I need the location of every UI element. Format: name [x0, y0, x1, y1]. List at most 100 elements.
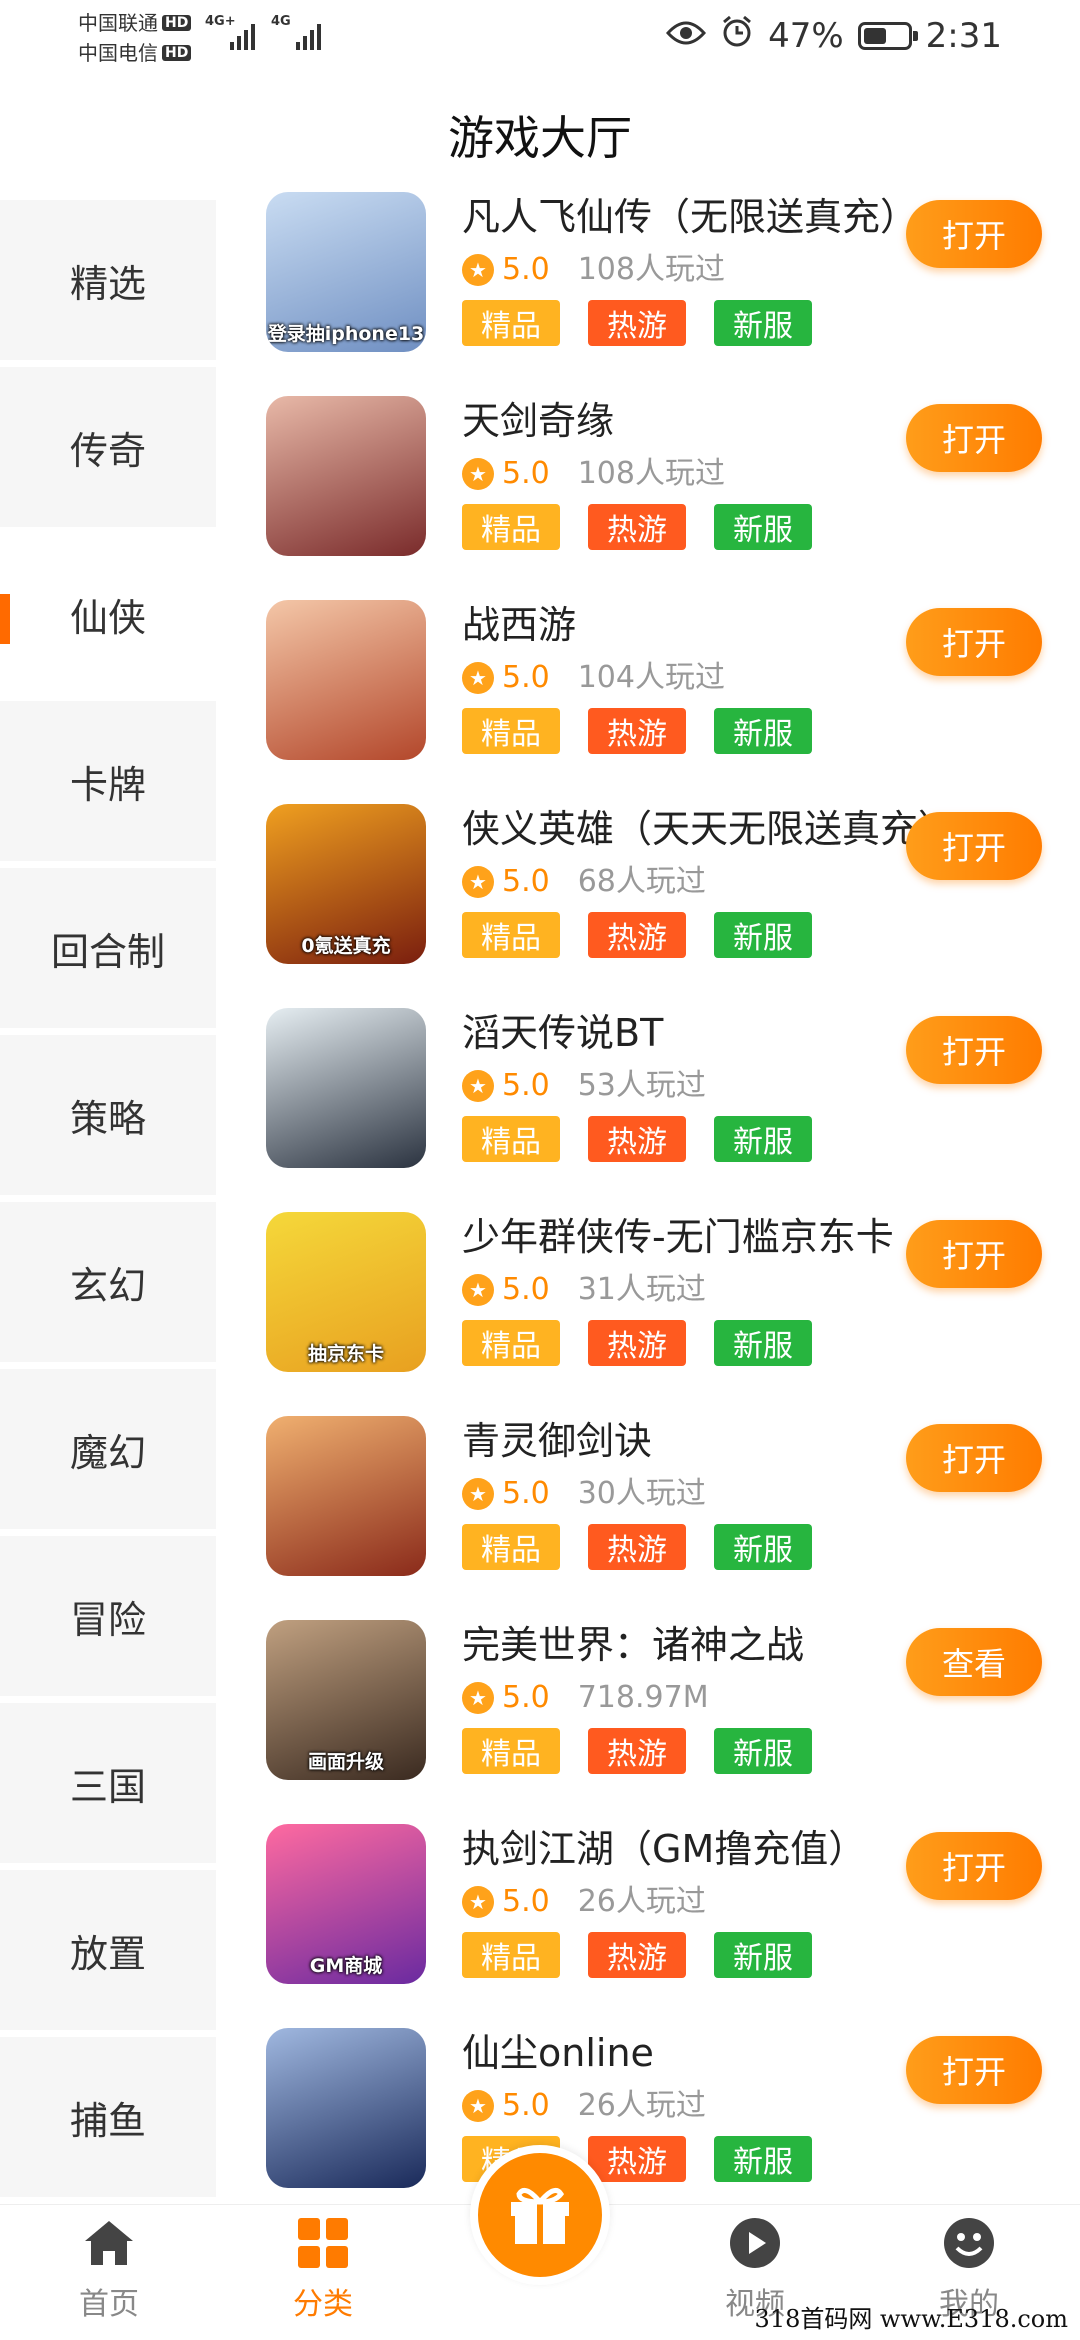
game-meta: ★ 5.0 26人玩过: [462, 1882, 706, 1922]
game-row[interactable]: 画面升级 完美世界：诸神之战 ★ 5.0 718.97M 精品 热游 新服 查看: [266, 1620, 1056, 1824]
status-right: 47% 2:31: [666, 14, 1002, 57]
sidebar-item-mohuan[interactable]: 魔幻: [0, 1369, 216, 1529]
sidebar-item-label: 魔幻: [69, 1430, 146, 1475]
game-meta: ★ 5.0 108人玩过: [462, 250, 725, 290]
game-name[interactable]: 仙尘online: [462, 2028, 932, 2078]
game-icon[interactable]: [266, 396, 426, 556]
game-icon[interactable]: [266, 600, 426, 760]
game-row[interactable]: 0氪送真充 侠义英雄（天天无限送真充） ★ 5.0 68人玩过 精品 热游 新服 打开: [266, 804, 1056, 1008]
header: 游戏大厅: [0, 80, 1080, 190]
open-button[interactable]: 打开: [906, 1016, 1042, 1084]
status-bar: 中国联通 HD 中国电信 HD 4G+ 4G 47% 2:31: [0, 0, 1080, 80]
bottom-nav: 首页 分类 视频 我的 318首码网 www.E318.com: [0, 2145, 1080, 2340]
game-row[interactable]: 登录抽iphone13 凡人飞仙传（无限送真充） ★ 5.0 108人玩过 精品 热游…: [266, 192, 1056, 396]
sidebar-item-label: 卡牌: [69, 762, 146, 807]
tag-jingpin: 精品: [462, 300, 560, 346]
sidebar-item-sanguo[interactable]: 三国: [0, 1703, 216, 1863]
game-row[interactable]: 滔天传说BT ★ 5.0 53人玩过 精品 热游 新服 打开: [266, 1008, 1056, 1212]
game-name[interactable]: 执剑江湖（GM撸充值）: [462, 1824, 932, 1874]
game-icon[interactable]: [266, 2028, 426, 2188]
game-icon[interactable]: [266, 1416, 426, 1576]
game-list: 登录抽iphone13 凡人飞仙传（无限送真充） ★ 5.0 108人玩过 精品 热游…: [266, 192, 1056, 2232]
sidebar-item-huihezhi[interactable]: 回合制: [0, 868, 216, 1028]
game-rating: 5.0: [502, 1680, 550, 1715]
game-icon[interactable]: 画面升级: [266, 1620, 426, 1780]
game-tags: 精品热游新服: [462, 1116, 812, 1162]
tag-jingpin: 精品: [462, 1116, 560, 1162]
game-name[interactable]: 少年群侠传-无门槛京东卡: [462, 1212, 932, 1262]
game-row[interactable]: GM商城 执剑江湖（GM撸充值） ★ 5.0 26人玩过 精品 热游 新服 打开: [266, 1824, 1056, 2028]
sidebar-item-chuanqi[interactable]: 传奇: [0, 367, 216, 527]
sidebar-item-fangzhi[interactable]: 放置: [0, 1870, 216, 2030]
game-name[interactable]: 侠义英雄（天天无限送真充）: [462, 804, 932, 854]
open-button[interactable]: 打开: [906, 404, 1042, 472]
open-button[interactable]: 打开: [906, 812, 1042, 880]
tag-jingpin: 精品: [462, 1728, 560, 1774]
sidebar-item-jingxuan[interactable]: 精选: [0, 200, 216, 360]
game-tags: 精品热游新服: [462, 912, 812, 958]
tag-xinfu: 新服: [714, 1524, 812, 1570]
tag-xinfu: 新服: [714, 1932, 812, 1978]
sidebar-item-maoxian[interactable]: 冒险: [0, 1536, 216, 1696]
open-button[interactable]: 打开: [906, 1832, 1042, 1900]
game-row[interactable]: 天剑奇缘 ★ 5.0 108人玩过 精品 热游 新服 打开: [266, 396, 1056, 600]
signal-icon: 4G+: [205, 14, 257, 50]
game-icon[interactable]: 登录抽iphone13: [266, 192, 426, 352]
carrier-2: 中国电信: [78, 41, 158, 65]
star-icon: ★: [462, 1886, 494, 1918]
gift-button[interactable]: [470, 2145, 610, 2285]
game-icon-caption: 0氪送真充: [301, 935, 391, 957]
game-name[interactable]: 天剑奇缘: [462, 396, 932, 446]
game-meta: ★ 5.0 53人玩过: [462, 1066, 706, 1106]
sidebar-item-xianxia[interactable]: 仙侠: [0, 534, 216, 694]
game-plays: 30人玩过: [577, 1476, 706, 1511]
game-name[interactable]: 战西游: [462, 600, 932, 650]
game-meta: ★ 5.0 30人玩过: [462, 1474, 706, 1514]
game-name[interactable]: 完美世界：诸神之战: [462, 1620, 932, 1670]
sidebar-item-kapai[interactable]: 卡牌: [0, 701, 216, 861]
game-icon[interactable]: 抽京东卡: [266, 1212, 426, 1372]
home-icon: [81, 2215, 137, 2271]
game-plays: 26人玩过: [577, 1884, 706, 1919]
sidebar-item-xuanhuan[interactable]: 玄幻: [0, 1202, 216, 1362]
game-icon[interactable]: 0氪送真充: [266, 804, 426, 964]
game-name[interactable]: 滔天传说BT: [462, 1008, 932, 1058]
tag-xinfu: 新服: [714, 300, 812, 346]
star-icon: ★: [462, 1478, 494, 1510]
star-icon: ★: [462, 1070, 494, 1102]
clock: 2:31: [925, 15, 1002, 56]
open-button[interactable]: 打开: [906, 1424, 1042, 1492]
game-icon[interactable]: [266, 1008, 426, 1168]
nav-category[interactable]: 分类: [248, 2215, 398, 2323]
game-rating: 5.0: [502, 456, 550, 491]
carrier-1: 中国联通: [78, 11, 158, 35]
nav-category-label: 分类: [293, 2287, 353, 2322]
open-button[interactable]: 打开: [906, 1220, 1042, 1288]
star-icon: ★: [462, 662, 494, 694]
open-button[interactable]: 打开: [906, 608, 1042, 676]
sidebar-item-celue[interactable]: 策略: [0, 1035, 216, 1195]
game-rating: 5.0: [502, 864, 550, 899]
game-name[interactable]: 青灵御剑诀: [462, 1416, 932, 1466]
game-row[interactable]: 抽京东卡 少年群侠传-无门槛京东卡 ★ 5.0 31人玩过 精品 热游 新服 打开: [266, 1212, 1056, 1416]
game-row[interactable]: 青灵御剑诀 ★ 5.0 30人玩过 精品 热游 新服 打开: [266, 1416, 1056, 1620]
game-row[interactable]: 战西游 ★ 5.0 104人玩过 精品 热游 新服 打开: [266, 600, 1056, 804]
sidebar-item-buyu[interactable]: 捕鱼: [0, 2037, 216, 2197]
game-meta: ★ 5.0 31人玩过: [462, 1270, 706, 1310]
game-tags: 精品热游新服: [462, 1524, 812, 1570]
game-icon-caption: 画面升级: [307, 1751, 384, 1773]
tag-jingpin: 精品: [462, 912, 560, 958]
nav-home[interactable]: 首页: [34, 2215, 184, 2323]
tag-reyou: 热游: [588, 708, 686, 754]
game-plays: 108人玩过: [577, 252, 725, 287]
view-button[interactable]: 查看: [906, 1628, 1042, 1696]
open-button[interactable]: 打开: [906, 2036, 1042, 2104]
open-button[interactable]: 打开: [906, 200, 1042, 268]
game-icon[interactable]: GM商城: [266, 1824, 426, 1984]
game-meta: ★ 5.0 68人玩过: [462, 862, 706, 902]
tag-jingpin: 精品: [462, 708, 560, 754]
game-plays: 718.97M: [577, 1680, 709, 1715]
tag-reyou: 热游: [588, 504, 686, 550]
game-name[interactable]: 凡人飞仙传（无限送真充）: [462, 192, 932, 242]
game-row[interactable]: 仙尘online ★5.026人玩过 精品热游新服 打开: [266, 2028, 1056, 2232]
